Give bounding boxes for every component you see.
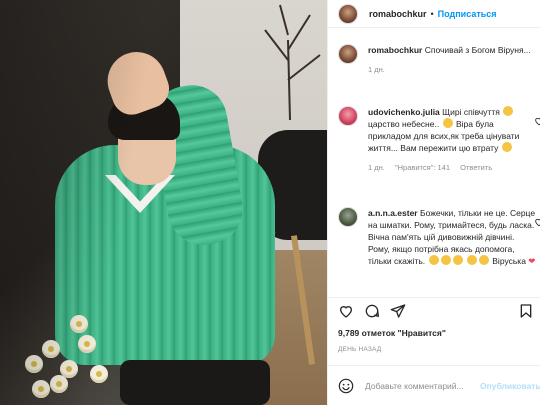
sad-emoji-icon xyxy=(478,255,489,265)
follow-button[interactable]: Подписаться xyxy=(438,9,497,19)
comment-icon[interactable] xyxy=(364,303,380,319)
post-sidebar: romabochkur • Подписаться romabochkur Сп… xyxy=(327,0,540,405)
comment-item: udovichenko.julia Щирі співчуття царство… xyxy=(338,106,540,174)
comment-text: царство небесне.. xyxy=(368,119,440,129)
sad-emoji-icon xyxy=(503,106,514,116)
sad-emoji-icon xyxy=(440,255,451,265)
sad-emoji-icon xyxy=(428,255,439,265)
likes-count[interactable]: 9,789 отметок "Нравится" xyxy=(338,328,446,338)
bookmark-icon[interactable] xyxy=(518,303,534,319)
comment-text: Віруська xyxy=(492,256,526,266)
comment-text: Щирі співчуття xyxy=(442,107,500,117)
publish-button[interactable]: Опубликовать xyxy=(480,381,540,391)
commenter-avatar[interactable] xyxy=(338,106,358,126)
comment-text: Спочивай з Богом Віруня... xyxy=(424,45,531,55)
sad-emoji-icon xyxy=(452,255,463,265)
share-icon[interactable] xyxy=(390,303,406,319)
author-avatar[interactable] xyxy=(338,3,358,24)
commenter-username[interactable]: a.n.n.a.ester xyxy=(368,208,418,218)
crying-emoji-icon xyxy=(442,118,453,128)
comments-list[interactable]: romabochkur Спочивай з Богом Віруня... 1… xyxy=(328,29,540,297)
like-comment-icon[interactable] xyxy=(534,217,540,227)
add-comment-bar: Опубликовать xyxy=(328,365,540,405)
caption: romabochkur Спочивай з Богом Віруня... 1… xyxy=(338,44,538,76)
post-header: romabochkur • Подписаться xyxy=(328,0,540,28)
reply-button[interactable]: Ответить xyxy=(460,163,492,172)
separator-dot: • xyxy=(430,8,434,19)
emoji-icon[interactable] xyxy=(338,378,354,394)
commenter-username[interactable]: romabochkur xyxy=(368,45,422,55)
comment-likes[interactable]: "Нравится": 141 xyxy=(395,163,450,172)
commenter-avatar[interactable] xyxy=(338,207,358,227)
post-timestamp[interactable]: ДЕНЬ НАЗАД xyxy=(338,346,381,353)
heart-emoji-icon: ❤ xyxy=(528,256,536,266)
comment-time[interactable]: 1 дн. xyxy=(368,163,385,172)
sad-emoji-icon xyxy=(466,255,477,265)
comment-time[interactable]: 1 дн. xyxy=(368,65,385,74)
like-comment-icon[interactable] xyxy=(534,116,540,126)
commenter-username[interactable]: udovichenko.julia xyxy=(368,107,440,117)
post-photo[interactable] xyxy=(0,0,327,405)
comment-input[interactable] xyxy=(365,380,480,391)
commenter-avatar[interactable] xyxy=(338,44,358,64)
author-username[interactable]: romabochkur xyxy=(369,9,427,19)
comment-item: a.n.n.a.ester Божечки, тільки не це. Сер… xyxy=(338,207,540,267)
comment-text: Вам пережити цю втрату xyxy=(400,143,499,153)
photo-shadow xyxy=(0,0,327,405)
post-modal: romabochkur • Подписаться romabochkur Сп… xyxy=(0,0,540,405)
action-bar xyxy=(328,297,540,319)
heart-icon[interactable] xyxy=(338,303,354,319)
sad-emoji-icon xyxy=(501,142,512,152)
